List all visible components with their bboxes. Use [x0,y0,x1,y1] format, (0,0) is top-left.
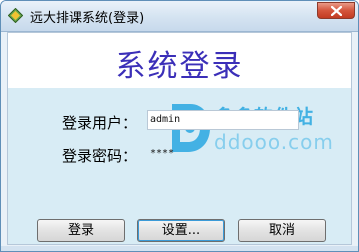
header-panel: 系统登录 [8,33,351,88]
window-bottom-border [1,246,358,251]
close-icon [331,6,342,16]
settings-button[interactable]: 设置... [137,219,225,242]
login-button[interactable]: 登录 [37,219,125,242]
dialog-content: 系统登录 多多软件站 ddooo.com 登录用户： admin 登录密码： *… [7,32,352,245]
close-button[interactable] [317,2,355,19]
password-label: 登录密码： [62,147,138,165]
login-window: 远大排课系统(登录) 系统登录 多多软件站 ddooo.com [0,0,359,252]
title-bar[interactable]: 远大排课系统(登录) [1,1,358,32]
password-field[interactable]: **** [147,144,299,164]
window-title: 远大排课系统(登录) [30,11,145,26]
app-diamond-icon [7,7,24,24]
form-panel: 多多软件站 ddooo.com 登录用户： admin 登录密码： **** 登… [8,88,351,244]
cancel-button[interactable]: 取消 [238,219,326,242]
page-title: 系统登录 [115,49,244,84]
username-field[interactable]: admin [147,110,299,130]
username-label: 登录用户： [62,114,138,132]
